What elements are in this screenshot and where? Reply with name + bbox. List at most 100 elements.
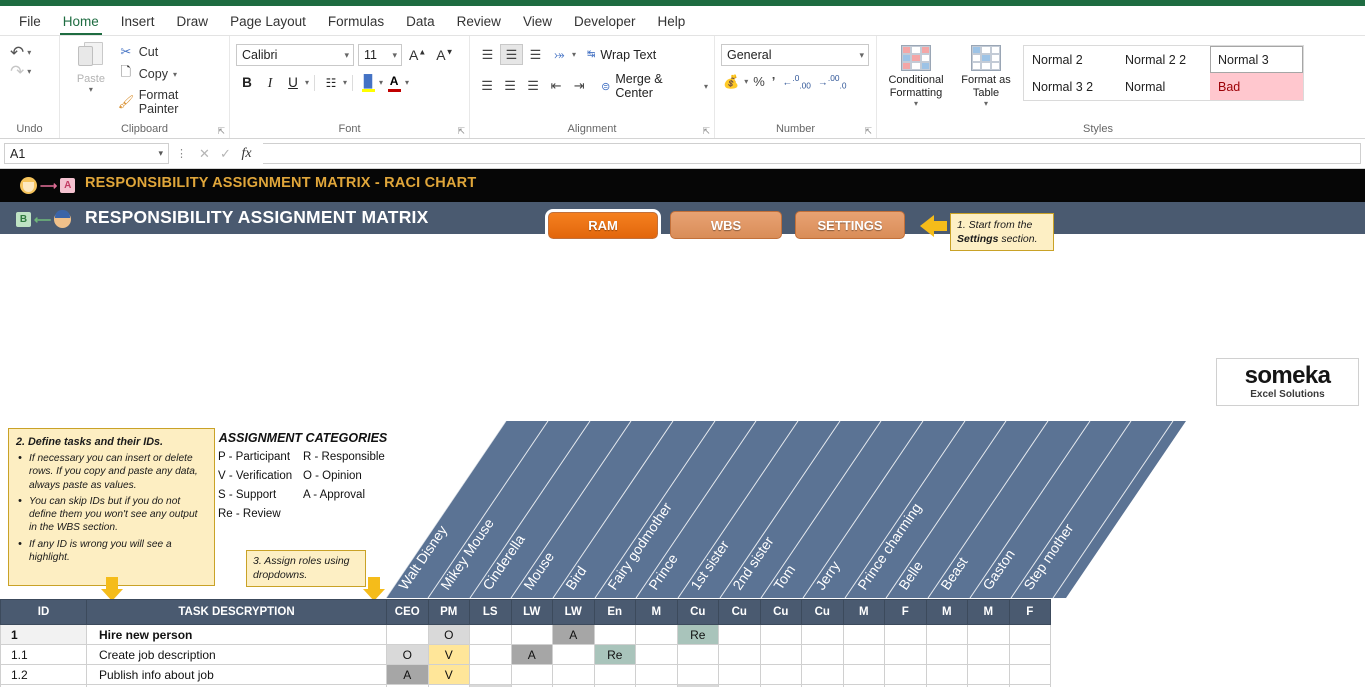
chevron-down-icon[interactable]: ▾ xyxy=(343,78,347,87)
align-bottom-button[interactable]: ☰ xyxy=(524,44,547,65)
cut-button[interactable]: ✂ Cut xyxy=(118,44,221,60)
table-row[interactable]: 1Hire new personOARe xyxy=(1,625,1051,645)
cell-role-assignment[interactable] xyxy=(677,665,719,685)
nav-button-settings[interactable]: SETTINGS xyxy=(795,211,905,239)
cell-task-id[interactable]: 1.1 xyxy=(1,645,87,665)
nav-button-ram[interactable]: RAM xyxy=(548,212,658,239)
style-normal-2-2[interactable]: Normal 2 2 xyxy=(1117,46,1210,73)
orientation-button[interactable]: ⤖ xyxy=(548,44,571,65)
cell-role-assignment[interactable] xyxy=(511,685,553,688)
cell-task-id[interactable]: 1.2 xyxy=(1,665,87,685)
cell-role-assignment[interactable] xyxy=(885,665,927,685)
cell-role-assignment[interactable] xyxy=(968,645,1010,665)
style-normal-3-2[interactable]: Normal 3 2 xyxy=(1024,73,1117,100)
cell-role-assignment[interactable] xyxy=(843,645,885,665)
cell-role-assignment[interactable] xyxy=(802,625,844,645)
tab-insert[interactable]: Insert xyxy=(110,10,166,35)
cell-role-assignment[interactable] xyxy=(470,665,512,685)
accounting-format-button[interactable]: 💰 xyxy=(721,74,741,90)
cell-role-assignment[interactable] xyxy=(594,625,636,645)
cell-role-assignment[interactable]: A xyxy=(553,625,595,645)
cell-task-description[interactable]: Create job description xyxy=(87,645,387,665)
cell-role-assignment[interactable] xyxy=(387,625,429,645)
table-row[interactable]: 1.1Create job descriptionOVARe xyxy=(1,645,1051,665)
cell-role-assignment[interactable] xyxy=(885,685,927,688)
cell-role-assignment[interactable] xyxy=(636,685,678,688)
table-row[interactable]: 1.2Publish info about jobAV xyxy=(1,665,1051,685)
borders-button[interactable]: ☷ xyxy=(320,72,342,93)
tab-help[interactable]: Help xyxy=(647,10,697,35)
chevron-down-icon[interactable]: ▾ xyxy=(572,50,576,59)
chevron-down-icon[interactable]: ▾ xyxy=(704,82,708,91)
cell-role-assignment[interactable] xyxy=(719,665,761,685)
cell-role-assignment[interactable] xyxy=(926,685,968,688)
chevron-down-icon[interactable]: ▾ xyxy=(405,78,409,87)
cell-role-assignment[interactable] xyxy=(553,685,595,688)
cell-role-assignment[interactable] xyxy=(470,645,512,665)
cell-role-assignment[interactable] xyxy=(719,685,761,688)
increase-indent-button[interactable]: ⇥ xyxy=(568,76,590,97)
bold-button[interactable]: B xyxy=(236,72,258,93)
cell-role-assignment[interactable] xyxy=(760,625,802,645)
tab-developer[interactable]: Developer xyxy=(563,10,647,35)
cell-role-assignment[interactable] xyxy=(968,685,1010,688)
format-as-table-button[interactable]: Format as Table ▾ xyxy=(953,45,1019,108)
cell-task-description[interactable]: Publish info about job xyxy=(87,665,387,685)
name-box[interactable]: A1 xyxy=(4,143,169,164)
increase-font-size-button[interactable]: A▲ xyxy=(406,47,429,63)
comma-style-button[interactable]: ’ xyxy=(770,74,778,89)
decrease-indent-button[interactable]: ⇤ xyxy=(545,76,567,97)
tab-data[interactable]: Data xyxy=(395,10,446,35)
font-size-select[interactable]: 11 xyxy=(358,44,402,66)
style-bad[interactable]: Bad xyxy=(1210,73,1303,100)
tab-file[interactable]: File xyxy=(8,10,52,35)
cell-role-assignment[interactable] xyxy=(760,665,802,685)
cell-role-assignment[interactable] xyxy=(553,645,595,665)
cell-role-assignment[interactable] xyxy=(511,665,553,685)
cell-role-assignment[interactable] xyxy=(885,625,927,645)
cell-role-assignment[interactable] xyxy=(760,685,802,688)
cell-role-assignment[interactable] xyxy=(719,645,761,665)
wrap-text-button[interactable]: ↹ Wrap Text xyxy=(587,48,656,62)
tab-draw[interactable]: Draw xyxy=(166,10,220,35)
underline-button[interactable]: U xyxy=(282,72,304,93)
cell-task-description[interactable]: Hire new person xyxy=(87,625,387,645)
chevron-down-icon[interactable]: ▾ xyxy=(89,85,93,94)
cell-role-assignment[interactable] xyxy=(843,685,885,688)
redo-button[interactable]: ↷ ▾ xyxy=(10,63,31,80)
cell-role-assignment[interactable] xyxy=(802,645,844,665)
font-name-select[interactable]: Calibri xyxy=(236,44,354,66)
percent-style-button[interactable]: % xyxy=(751,74,767,89)
cell-role-assignment[interactable] xyxy=(387,685,429,688)
align-center-button[interactable]: ☰ xyxy=(499,76,521,97)
cell-role-assignment[interactable] xyxy=(594,665,636,685)
cancel-formula-icon[interactable]: ✕ xyxy=(194,146,215,162)
cell-role-assignment[interactable] xyxy=(802,665,844,685)
number-format-select[interactable]: General xyxy=(721,44,869,66)
tab-view[interactable]: View xyxy=(512,10,563,35)
cell-role-assignment[interactable] xyxy=(1009,645,1051,665)
merge-center-button[interactable]: ⊜ Merge & Center ▾ xyxy=(601,72,708,100)
cell-role-assignment[interactable] xyxy=(636,645,678,665)
cell-role-assignment[interactable]: O xyxy=(470,685,512,688)
cell-role-assignment[interactable]: O xyxy=(387,645,429,665)
cell-role-assignment[interactable] xyxy=(1009,685,1051,688)
cell-role-assignment[interactable] xyxy=(926,665,968,685)
cell-role-assignment[interactable] xyxy=(760,645,802,665)
chevron-down-icon[interactable]: ▾ xyxy=(173,70,177,79)
cell-role-assignment[interactable]: V xyxy=(428,645,470,665)
cell-role-assignment[interactable]: Re xyxy=(677,625,719,645)
cell-role-assignment[interactable] xyxy=(968,665,1010,685)
table-row[interactable]: 1.3Call candidate O O xyxy=(1,685,1051,688)
undo-button[interactable]: ↶ ▾ xyxy=(10,44,31,61)
cell-task-id[interactable]: 1.3 xyxy=(1,685,87,688)
font-color-button[interactable]: A xyxy=(384,72,404,93)
cell-role-assignment[interactable]: O xyxy=(677,685,719,688)
clipboard-dialog-launcher-icon[interactable]: ⇱ xyxy=(217,126,225,137)
tab-formulas[interactable]: Formulas xyxy=(317,10,395,35)
font-dialog-launcher-icon[interactable]: ⇱ xyxy=(457,126,465,137)
chevron-down-icon[interactable]: ▾ xyxy=(305,78,309,87)
italic-button[interactable]: I xyxy=(259,72,281,93)
cell-task-description[interactable]: Call candidate xyxy=(87,685,387,688)
style-normal-3[interactable]: Normal 3 xyxy=(1210,46,1303,73)
